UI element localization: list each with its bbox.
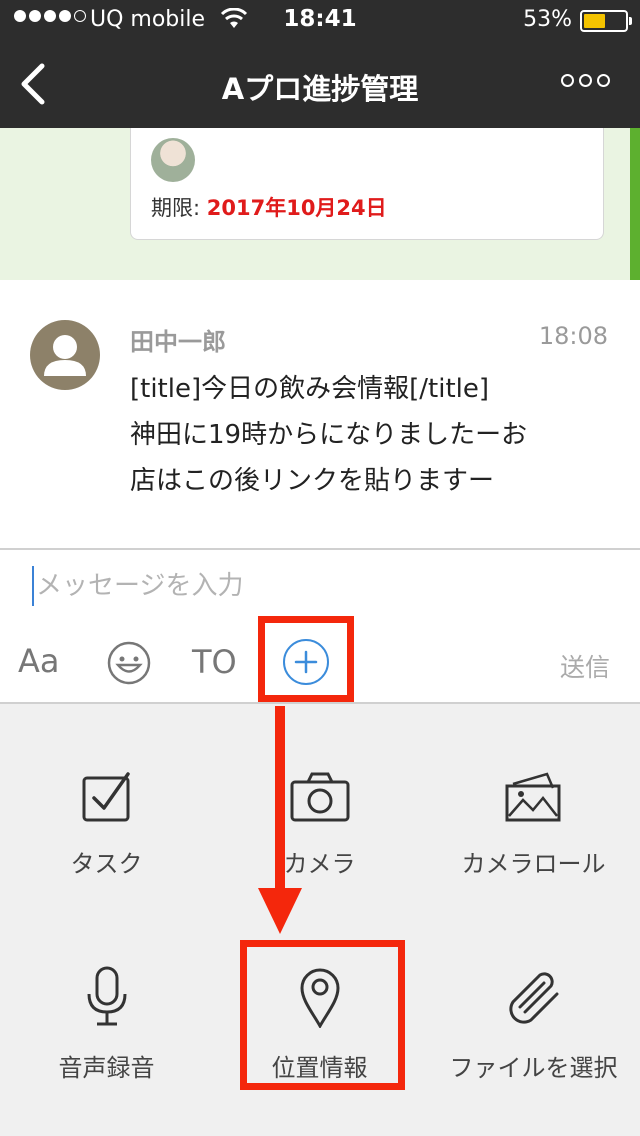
attach-file-button[interactable]: ファイルを選択 [427, 966, 640, 1083]
photo-gallery-icon [427, 770, 640, 828]
microphone-icon [0, 966, 213, 1032]
location-highlight-box [240, 940, 405, 1090]
emoji-icon[interactable] [106, 640, 152, 690]
task-card[interactable]: 期限: 2017年10月24日 [130, 128, 604, 240]
message-body: [title]今日の飲み会情報[/title] 神田に19時からになりましたーお… [130, 366, 600, 504]
text-format-button[interactable]: Aa [18, 642, 60, 680]
deadline-date: 2017年10月24日 [206, 196, 387, 220]
attach-task-button[interactable]: タスク [0, 770, 213, 879]
send-button[interactable]: 送信 [560, 648, 610, 684]
mention-to-button[interactable]: TO [192, 643, 237, 681]
room-title: Aプロ進捗管理 [221, 72, 419, 106]
attach-camera-label: カメラ [283, 850, 356, 878]
more-options-icon[interactable] [561, 74, 610, 87]
chat-message[interactable]: 田中一郎 18:08 [title]今日の飲み会情報[/title] 神田に19… [0, 280, 640, 548]
message-input[interactable]: メッセージを入力 [32, 566, 612, 606]
attach-plus-button[interactable] [258, 616, 354, 702]
attach-voice-button[interactable]: 音声録音 [0, 966, 213, 1083]
user-avatar-icon[interactable] [30, 320, 100, 390]
message-sender: 田中一郎 [130, 328, 226, 356]
battery-percent: 53% [523, 7, 572, 32]
message-time: 18:08 [538, 322, 608, 350]
paperclip-icon [427, 966, 640, 1032]
attach-voice-label: 音声録音 [58, 1054, 155, 1082]
battery-icon [580, 10, 632, 32]
plus-icon [283, 639, 329, 685]
previous-message-area: 期限: 2017年10月24日 [0, 128, 640, 280]
task-checkbox-icon [0, 770, 213, 828]
task-deadline: 期限: 2017年10月24日 [151, 192, 387, 222]
attach-task-label: タスク [70, 850, 143, 878]
attach-camera-button[interactable]: カメラ [213, 770, 426, 879]
attach-camera-roll-label: カメラロール [461, 850, 606, 878]
deadline-label: 期限: [151, 196, 207, 220]
attach-camera-roll-button[interactable]: カメラロール [427, 770, 640, 879]
status-bar: UQ mobile 18:41 53% [0, 0, 640, 40]
nav-bar: Aプロ進捗管理 [0, 40, 640, 128]
attach-file-label: ファイルを選択 [449, 1054, 618, 1082]
message-line: 店はこの後リンクを貼りますー [130, 466, 495, 496]
annotation-arrow-head [258, 888, 302, 934]
message-line: 神田に19時からになりましたーお [130, 420, 528, 450]
message-line: [title]今日の飲み会情報[/title] [130, 374, 489, 404]
assignee-avatar [151, 138, 195, 182]
annotation-arrow-line [275, 706, 285, 892]
unread-accent-bar [630, 128, 640, 280]
camera-icon [213, 770, 426, 828]
message-composer: メッセージを入力 Aa TO 送信 [0, 548, 640, 704]
